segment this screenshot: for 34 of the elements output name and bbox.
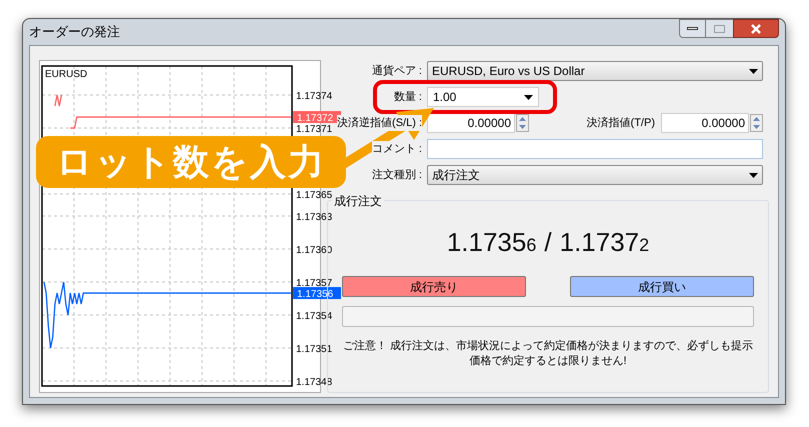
sell-button[interactable]: 成行売り [342, 276, 526, 297]
price-axis-label: 1.17357 [296, 278, 332, 290]
dropdown[interactable]: 成行注文 [427, 165, 763, 185]
notice-text: ご注意！ 成行注文は、市場状況によって約定価格が決まりますので、必ずしも提示価格で約定するとは限りません! [342, 339, 754, 369]
field-label: 決済指値(T/P) [586, 116, 656, 131]
spinner-arrows-icon[interactable] [516, 114, 529, 132]
caret-icon [524, 94, 533, 100]
take-profit-field[interactable]: 0.00000 [661, 113, 749, 133]
comment-field[interactable] [427, 139, 763, 159]
spinner-arrows-icon[interactable] [750, 114, 763, 132]
window-title: オーダーの発注 [29, 23, 120, 42]
dropdown[interactable]: EURUSD, Euro vs US Dollar [427, 61, 763, 81]
buy-button[interactable]: 成行買い [570, 276, 754, 297]
bid-price: 1.17356 [446, 226, 536, 259]
price-axis-label: 1.17365 [296, 190, 332, 202]
quantity-dropdown[interactable]: 1.00 [427, 87, 539, 107]
maximize-icon [714, 24, 725, 32]
close-icon [750, 24, 762, 34]
price-axis-label: 1.17371 [296, 124, 332, 136]
price-axis-label: 1.17374 [296, 91, 332, 102]
minimize-icon [687, 27, 698, 30]
caret-icon [749, 68, 758, 74]
group-title: 成行注文 [332, 192, 384, 210]
symbol-label: EURUSD [45, 69, 88, 80]
minimize-button[interactable] [679, 19, 706, 38]
stop-loss-field[interactable]: 0.00000 [427, 113, 515, 133]
price-axis-label: 1.17351 [296, 344, 332, 356]
callout-label: ロット数を入力 [36, 136, 346, 188]
caret-icon [749, 172, 758, 178]
price-axis-label: 1.17354 [296, 311, 332, 322]
close-button[interactable] [733, 19, 779, 38]
price-separator: / [544, 226, 552, 259]
price-axis-label: 1.17363 [296, 212, 332, 224]
ask-price: 1.17372 [560, 226, 650, 259]
